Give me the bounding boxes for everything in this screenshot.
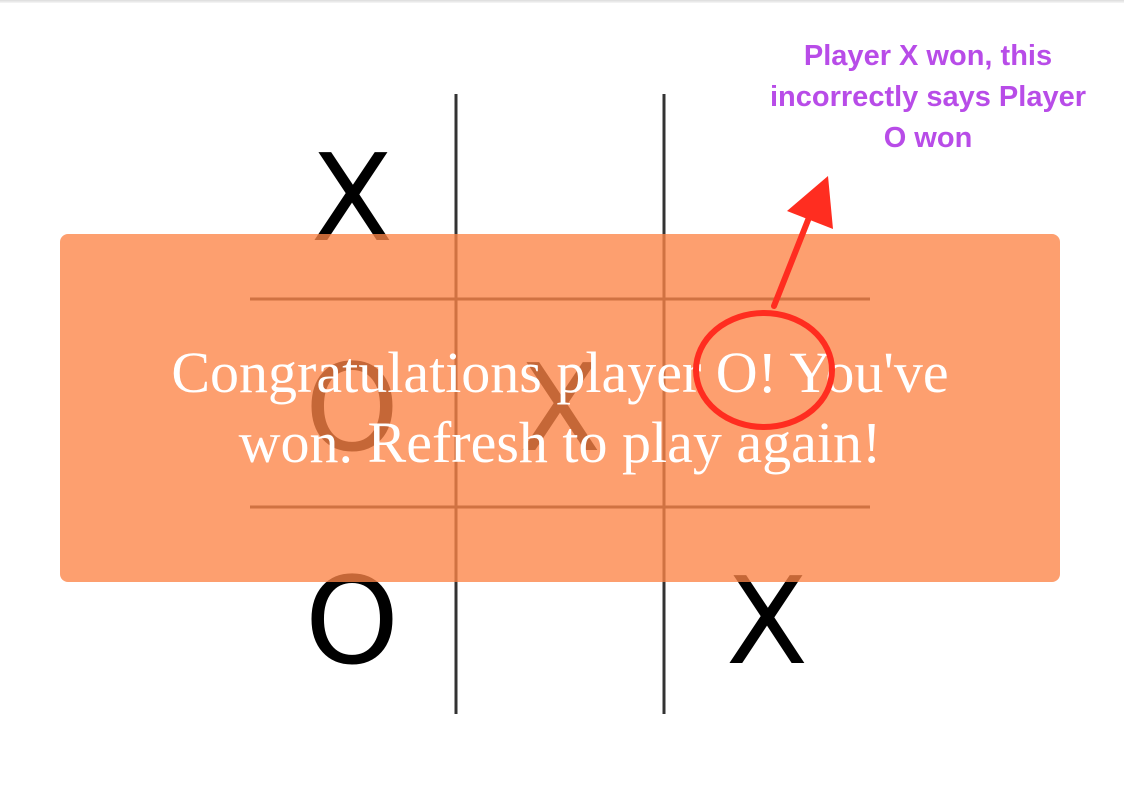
annotation-note: Player X won, this incorrectly says Play…	[770, 40, 1086, 154]
win-message: Congratulations player O! You've won. Re…	[171, 340, 949, 475]
win-overlay: Congratulations player O! You've won. Re…	[60, 234, 1060, 582]
